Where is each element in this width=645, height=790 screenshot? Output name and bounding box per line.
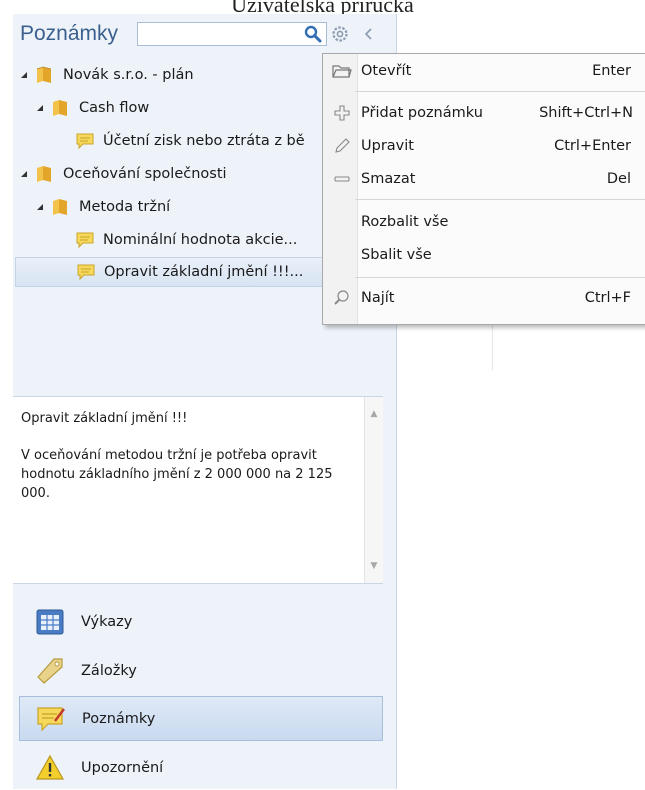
open-folder-icon (331, 60, 353, 82)
menu-item-add-note[interactable]: Přidat poznámku Shift+Ctrl+N (323, 97, 645, 129)
nav-item-label: Výkazy (81, 613, 133, 630)
bookmark-tag-icon (33, 654, 67, 688)
collapse-panel-icon[interactable] (359, 24, 379, 44)
tree-item-label: Nominální hodnota akcie... (103, 232, 298, 248)
panel-title: Poznámky (20, 22, 119, 45)
menu-item-collapse-all[interactable]: Sbalit vše (323, 239, 645, 271)
pencil-icon (331, 135, 353, 157)
folder-icon (35, 66, 55, 84)
menu-item-delete[interactable]: Smazat Del (323, 163, 645, 195)
tree-item-label: Účetní zisk nebo ztráta z bě (103, 133, 305, 149)
note-icon (75, 231, 95, 249)
menu-item-expand-all[interactable]: Rozbalit vše (323, 206, 645, 238)
nav-item-bookmarks[interactable]: Záložky (19, 648, 383, 693)
search-input[interactable] (142, 24, 296, 46)
menu-item-label: Smazat (361, 171, 416, 187)
tree-item-label: Metoda tržní (79, 199, 171, 215)
menu-item-edit[interactable]: Upravit Ctrl+Enter (323, 130, 645, 162)
search-box[interactable] (137, 22, 327, 46)
menu-separator (355, 277, 645, 278)
tree-item-label: Opravit základní jmění !!!... (104, 264, 304, 280)
folder-icon (51, 198, 71, 216)
scroll-down-icon[interactable]: ▼ (365, 557, 383, 575)
warning-icon (33, 751, 67, 785)
plus-icon (331, 102, 353, 124)
notes-icon (34, 702, 68, 736)
nav-item-notes[interactable]: Poznámky (19, 696, 383, 741)
folder-icon (51, 99, 71, 117)
note-preview[interactable]: Opravit základní jmění !!! V oceňování m… (13, 396, 383, 584)
note-icon (76, 263, 96, 281)
menu-item-shortcut: Ctrl+Enter (554, 138, 631, 154)
menu-item-shortcut: Shift+Ctrl+N (539, 105, 633, 121)
menu-item-open[interactable]: Otevřít Enter (323, 55, 645, 87)
folder-icon (35, 165, 55, 183)
nav-item-alerts[interactable]: Upozornění (19, 745, 383, 790)
magnifier-icon (331, 287, 353, 309)
menu-item-label: Rozbalit vše (361, 214, 449, 230)
expanded-arrow-icon[interactable] (19, 169, 29, 179)
nav-item-reports[interactable]: Výkazy (19, 599, 383, 644)
preview-body: V oceňování metodou tržní je potřeba opr… (21, 448, 333, 501)
gear-icon[interactable] (330, 24, 350, 44)
nav-item-label: Upozornění (81, 759, 164, 776)
search-icon[interactable] (304, 25, 322, 47)
preview-scrollbar[interactable]: ▲ ▼ (364, 397, 383, 583)
menu-separator (355, 91, 645, 92)
menu-item-find[interactable]: Najít Ctrl+F (323, 282, 645, 314)
note-icon (75, 132, 95, 150)
expanded-arrow-icon[interactable] (35, 103, 45, 113)
minus-icon (331, 168, 353, 190)
tree-item-label: Novák s.r.o. - plán (63, 67, 194, 83)
context-menu: Otevřít Enter Přidat poznámku Shift+Ctrl… (322, 53, 645, 325)
menu-item-shortcut: Ctrl+F (584, 290, 631, 306)
expanded-arrow-icon[interactable] (35, 202, 45, 212)
nav-item-label: Poznámky (82, 710, 156, 727)
preview-title: Opravit základní jmění !!! (21, 411, 188, 426)
tree-item-label: Oceňování společnosti (63, 166, 227, 182)
reports-icon (33, 605, 67, 639)
menu-item-label: Sbalit vše (361, 247, 432, 263)
scroll-up-icon[interactable]: ▲ (365, 405, 383, 423)
menu-item-shortcut: Del (606, 171, 631, 187)
menu-separator (355, 199, 645, 200)
nav-item-label: Záložky (81, 662, 137, 679)
tree-item-label: Cash flow (79, 100, 150, 116)
expanded-arrow-icon[interactable] (19, 70, 29, 80)
preview-text: Opravit základní jmění !!! V oceňování m… (21, 409, 351, 503)
panel-header: Poznámky (13, 14, 396, 54)
menu-item-shortcut: Enter (592, 63, 631, 79)
